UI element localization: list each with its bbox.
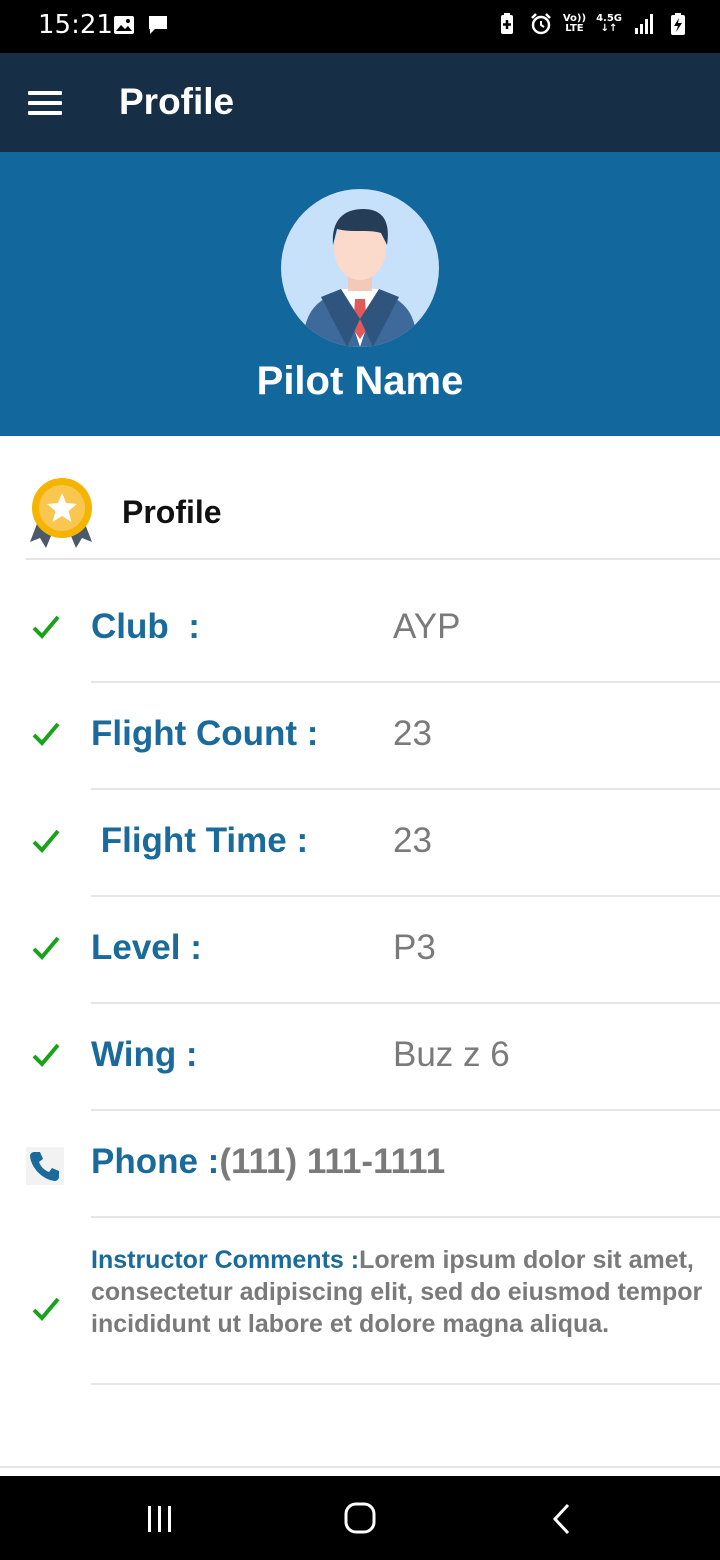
message-icon xyxy=(149,16,167,34)
award-medal-icon xyxy=(30,478,92,548)
hamburger-menu-icon[interactable] xyxy=(28,91,62,115)
section-header: Profile xyxy=(26,474,720,560)
check-icon xyxy=(32,615,60,639)
profile-header: Pilot Name xyxy=(0,152,720,436)
businessman-avatar-icon xyxy=(281,189,439,347)
flight-count-label: Flight Count : xyxy=(91,714,319,753)
instructor-comments-row: Instructor Comments :Lorem ipsum dolor s… xyxy=(0,1200,720,1385)
pilot-name: Pilot Name xyxy=(256,359,464,403)
navigation-bar xyxy=(0,1476,720,1560)
phone-icon[interactable] xyxy=(26,1147,64,1185)
phone-value: (111) 111-1111 xyxy=(219,1142,446,1181)
section-title: Profile xyxy=(122,494,222,530)
battery-charging-icon xyxy=(671,13,685,35)
phone-label: Phone : xyxy=(91,1142,220,1181)
volte-label-bottom: LTE xyxy=(565,23,584,34)
back-icon[interactable] xyxy=(542,1502,582,1536)
check-icon xyxy=(32,1297,60,1321)
battery-saver-icon xyxy=(500,13,513,34)
alarm-icon xyxy=(530,13,551,35)
phone-text[interactable]: Phone :(111) 111-1111 xyxy=(91,1142,445,1182)
status-time: 15:21 xyxy=(38,10,113,40)
home-icon[interactable] xyxy=(340,1502,380,1536)
flight-time-label: Flight Time : xyxy=(91,821,309,860)
page-title: Profile xyxy=(119,81,235,122)
info-row-flight-count: Flight Count : 23 xyxy=(0,683,720,790)
check-icon xyxy=(32,722,60,746)
comments-label: Instructor Comments : xyxy=(91,1246,360,1274)
status-bar: 15:21 Vo)) LTE 4.5G ↓↑ xyxy=(0,0,720,53)
check-icon xyxy=(32,1043,60,1067)
wing-label: Wing : xyxy=(91,1035,198,1074)
flight-count-value: 23 xyxy=(393,714,432,753)
instructor-comments: Instructor Comments :Lorem ipsum dolor s… xyxy=(91,1244,706,1340)
check-icon xyxy=(32,936,60,960)
recent-apps-icon[interactable] xyxy=(140,1502,180,1536)
volte-icon: Vo)) LTE xyxy=(563,14,586,34)
check-icon xyxy=(32,829,60,853)
info-row-wing: Wing : Buz z 6 xyxy=(0,1004,720,1111)
level-label: Level : xyxy=(91,928,202,967)
data-icon: 4.5G ↓↑ xyxy=(596,13,622,34)
image-icon xyxy=(114,16,134,34)
info-row-level: Level : P3 xyxy=(0,897,720,1004)
flight-time-value: 23 xyxy=(393,821,432,860)
info-row-flight-time: Flight Time : 23 xyxy=(0,790,720,897)
level-value: P3 xyxy=(393,928,436,967)
signal-icon xyxy=(635,14,653,34)
info-row-club: Club : AYP xyxy=(0,576,720,683)
divider xyxy=(0,1466,720,1468)
app-bar: Profile xyxy=(0,53,720,152)
wing-value: Buz z 6 xyxy=(393,1035,510,1074)
divider xyxy=(91,1383,720,1385)
club-label: Club : xyxy=(91,607,200,646)
club-value: AYP xyxy=(393,607,461,646)
